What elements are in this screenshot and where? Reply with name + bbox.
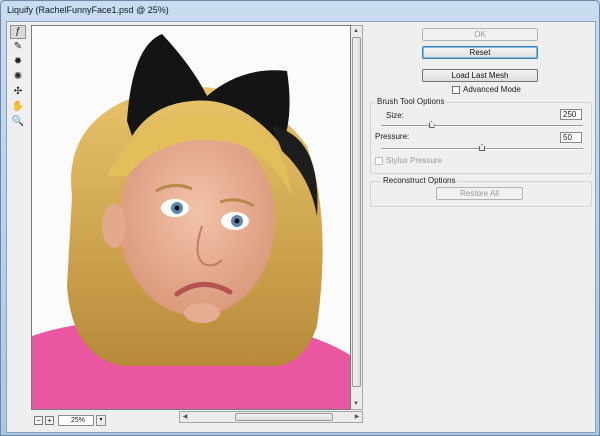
dialog-client-area: ƒ ✎ ✹ ✺ ✣ ✋ 🔍 ▲ ▼ − + 25% ▾ ◀ ▶ OK Reset… [6,21,596,433]
zoom-in-button[interactable]: + [45,415,54,425]
bloat-tool-icon[interactable]: ✺ [10,70,26,84]
forward-warp-tool-icon[interactable]: ƒ [10,25,26,39]
stylus-pressure-checkbox[interactable]: Stylus Pressure [375,156,442,165]
liquify-window: Liquify (RachelFunnyFace1.psd @ 25%) ƒ ✎… [0,0,600,436]
zoom-level-field[interactable]: 25% [58,414,94,426]
push-left-tool-icon[interactable]: ✣ [10,85,26,99]
restore-all-button[interactable]: Restore All [436,187,523,200]
zoom-controls: − + 25% ▾ [34,414,106,426]
zoom-out-button[interactable]: − [34,415,43,425]
advanced-mode-box[interactable] [452,85,460,94]
scroll-up-icon[interactable]: ▲ [351,26,361,36]
pressure-label: Pressure: [375,132,410,141]
window-title: Liquify (RachelFunnyFace1.psd @ 25%) [7,5,169,15]
size-field[interactable]: 250 [560,109,582,120]
scroll-left-icon[interactable]: ◀ [180,412,190,422]
preview-vertical-scrollbar[interactable]: ▲ ▼ [351,25,363,410]
image-preview[interactable] [31,25,351,410]
tools-panel: ƒ ✎ ✹ ✺ ✣ ✋ 🔍 [10,25,28,130]
zoom-dropdown-icon[interactable]: ▾ [96,414,106,426]
preview-horizontal-scrollbar[interactable]: ◀ ▶ [179,411,363,423]
advanced-mode-label: Advanced Mode [463,85,521,94]
stylus-pressure-box[interactable] [375,156,383,165]
vertical-scroll-thumb[interactable] [352,37,361,387]
pressure-field[interactable]: 50 [560,132,582,143]
reset-button[interactable]: Reset [422,46,538,59]
pucker-tool-icon[interactable]: ✹ [10,55,26,69]
horizontal-scroll-thumb[interactable] [235,413,333,421]
zoom-tool-icon[interactable]: 🔍 [10,115,26,129]
scroll-down-icon[interactable]: ▼ [351,399,361,409]
scroll-right-icon[interactable]: ▶ [352,412,362,422]
hand-tool-icon[interactable]: ✋ [10,100,26,114]
ok-button[interactable]: OK [422,28,538,41]
reconstruct-tool-icon[interactable]: ✎ [10,40,26,54]
reconstruct-options-legend: Reconstruct Options [381,176,458,185]
advanced-mode-checkbox[interactable]: Advanced Mode [452,85,521,94]
load-last-mesh-button[interactable]: Load Last Mesh [422,69,538,82]
photo-girl-cat-ears [32,26,350,409]
size-slider-track[interactable] [381,125,583,127]
stylus-pressure-label: Stylus Pressure [386,156,443,165]
brush-tool-options-legend: Brush Tool Options [375,97,447,106]
size-label: Size: [386,111,404,120]
